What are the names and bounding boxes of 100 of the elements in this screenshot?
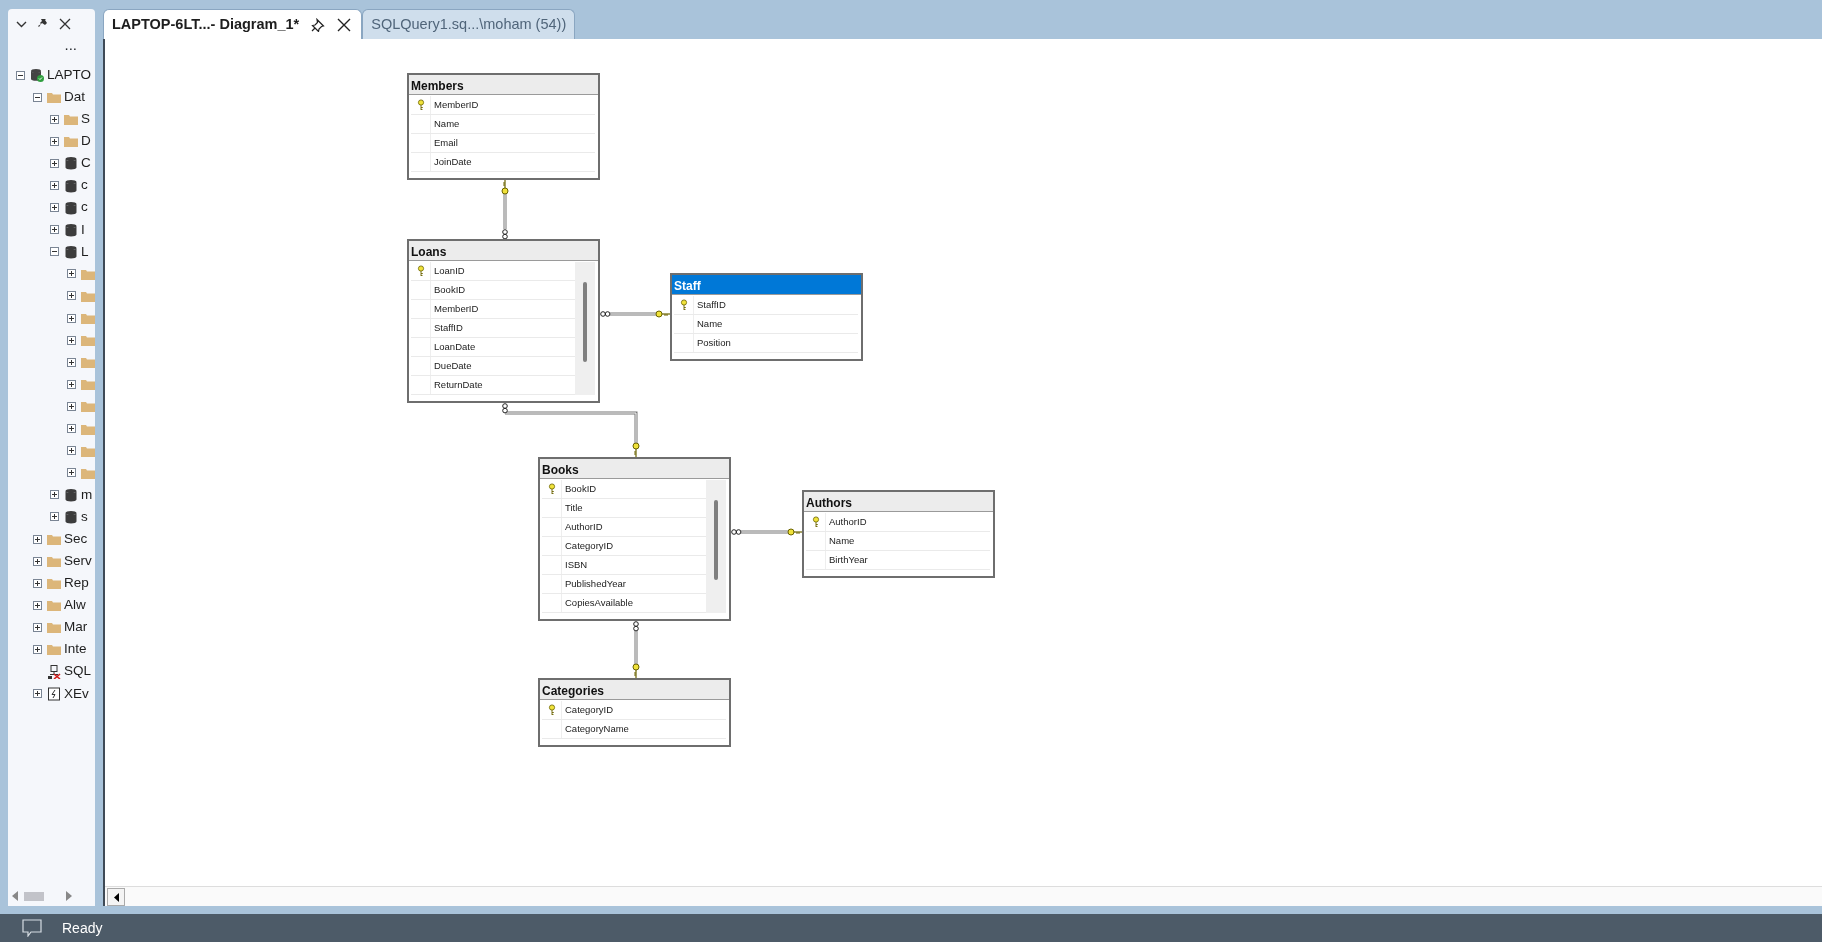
tree-item-label[interactable]: S [81,109,90,130]
column-name[interactable]: Email [431,135,458,151]
tree-item-label[interactable]: Rep [64,573,89,594]
database-icon [64,244,78,259]
tree-item-label[interactable]: c [81,175,88,196]
dropdown-icon[interactable] [16,20,27,28]
expand-icon[interactable] [33,556,42,566]
tree-item-label[interactable]: C [81,153,91,174]
tree-item-label[interactable]: Alw [64,595,86,616]
expand-icon[interactable] [67,401,76,411]
database-icon [64,222,78,237]
folder-icon [81,399,95,414]
column-name[interactable]: AuthorID [562,519,603,535]
tree-item-label[interactable]: D [81,131,91,152]
tree-item-label[interactable]: SQL [64,661,91,682]
scroll-left-icon[interactable] [12,891,18,901]
column-name[interactable]: CategoryID [562,702,614,718]
tree-item-label[interactable]: s [81,506,88,528]
column-name[interactable]: Name [431,116,460,132]
column-name[interactable]: BookID [431,282,466,298]
comment-icon[interactable] [22,919,42,937]
folder-icon [47,576,61,591]
database-table[interactable]: Books BookID Title AuthorID CategoryID ISBN PublishedYear CopiesAvailable [538,457,731,621]
expand-icon[interactable] [67,269,76,279]
tree-item-label[interactable]: L [81,241,89,262]
expand-icon[interactable] [33,534,42,544]
column-name[interactable]: ISBN [562,557,588,573]
column-name[interactable]: CategoryID [562,538,614,554]
expand-icon[interactable] [67,313,76,323]
tree-item-label[interactable]: c [81,197,88,218]
expand-icon[interactable] [50,181,59,190]
column-name[interactable]: BookID [562,481,597,497]
tree-item-label[interactable]: LAPTO [47,64,92,86]
expand-icon[interactable] [50,225,59,235]
column-name[interactable]: ReturnDate [431,377,483,393]
table-title: Members [409,75,598,95]
tree-item-label[interactable]: I [81,219,85,240]
expand-icon[interactable] [33,622,42,632]
column-name[interactable]: AuthorID [826,514,867,530]
collapse-icon[interactable] [16,70,25,80]
column-name[interactable]: Position [694,335,731,351]
database-table[interactable]: Categories CategoryID CategoryName [538,678,731,747]
column-name[interactable]: Name [694,316,723,332]
column-name[interactable]: MemberID [431,97,479,113]
scroll-right-icon[interactable] [66,891,72,901]
scroll-left-button[interactable] [107,888,125,906]
database-table[interactable]: Members MemberID Name Email JoinDate [407,73,600,180]
column-name[interactable]: PublishedYear [562,576,626,592]
expand-icon[interactable] [67,291,76,301]
column-name[interactable]: CategoryName [562,721,629,737]
expand-icon[interactable] [50,203,59,213]
column-name[interactable]: Title [562,500,583,516]
column-name[interactable]: Name [826,533,855,549]
column-name[interactable]: BirthYear [826,552,868,568]
column-name[interactable]: StaffID [694,297,726,313]
pin-icon[interactable] [311,17,326,32]
document-tab[interactable]: SQLQuery1.sq...\moham (54)) [362,9,576,39]
expand-icon[interactable] [67,424,76,434]
database-icon [64,178,78,193]
collapse-icon[interactable] [50,247,59,257]
expand-icon[interactable] [67,357,76,367]
expand-icon[interactable] [33,578,42,588]
column-name[interactable]: CopiesAvailable [562,595,633,611]
scrollbar-thumb[interactable] [24,891,44,901]
column-name[interactable]: LoanID [431,263,465,279]
column-name[interactable]: LoanDate [431,339,476,355]
database-icon [64,487,78,502]
expand-icon[interactable] [50,114,59,124]
tree-item-label[interactable]: Sec [64,528,88,550]
column-name[interactable]: MemberID [431,301,479,317]
expand-icon[interactable] [67,379,76,389]
expand-icon[interactable] [33,645,42,654]
tree-item-label[interactable]: Dat [64,87,85,108]
tree-item-label[interactable]: Mar [64,617,88,638]
expand-icon[interactable] [50,158,59,168]
column-name[interactable]: StaffID [431,320,463,336]
document-tab[interactable]: LAPTOP-6LT...- Diagram_1* [103,9,363,39]
scrollbar-thumb[interactable] [583,282,587,362]
tree-item-label[interactable]: Serv [64,551,92,572]
tree-item-label[interactable]: Inte [64,639,87,660]
close-icon[interactable] [59,18,71,30]
expand-icon[interactable] [67,468,76,478]
expand-icon[interactable] [50,490,59,500]
scrollbar-thumb[interactable] [714,500,718,580]
close-icon[interactable] [337,17,352,32]
database-table[interactable]: Authors AuthorID Name BirthYear [802,490,995,578]
more-options[interactable]: ... [64,37,77,52]
expand-icon[interactable] [67,335,76,345]
expand-icon[interactable] [67,446,76,456]
expand-icon[interactable] [50,136,59,146]
database-table[interactable]: Loans LoanID BookID MemberID StaffID LoanDate DueDate ReturnDate [407,239,600,403]
column-name[interactable]: JoinDate [431,154,472,170]
expand-icon[interactable] [33,600,42,610]
column-name[interactable]: DueDate [431,358,472,374]
database-table[interactable]: Staff StaffID Name Position [670,273,863,361]
tree-item-label[interactable]: XEv [64,683,89,704]
expand-icon[interactable] [33,689,42,699]
tree-item-label[interactable]: m [81,484,93,505]
expand-icon[interactable] [50,512,59,522]
collapse-icon[interactable] [33,92,42,102]
